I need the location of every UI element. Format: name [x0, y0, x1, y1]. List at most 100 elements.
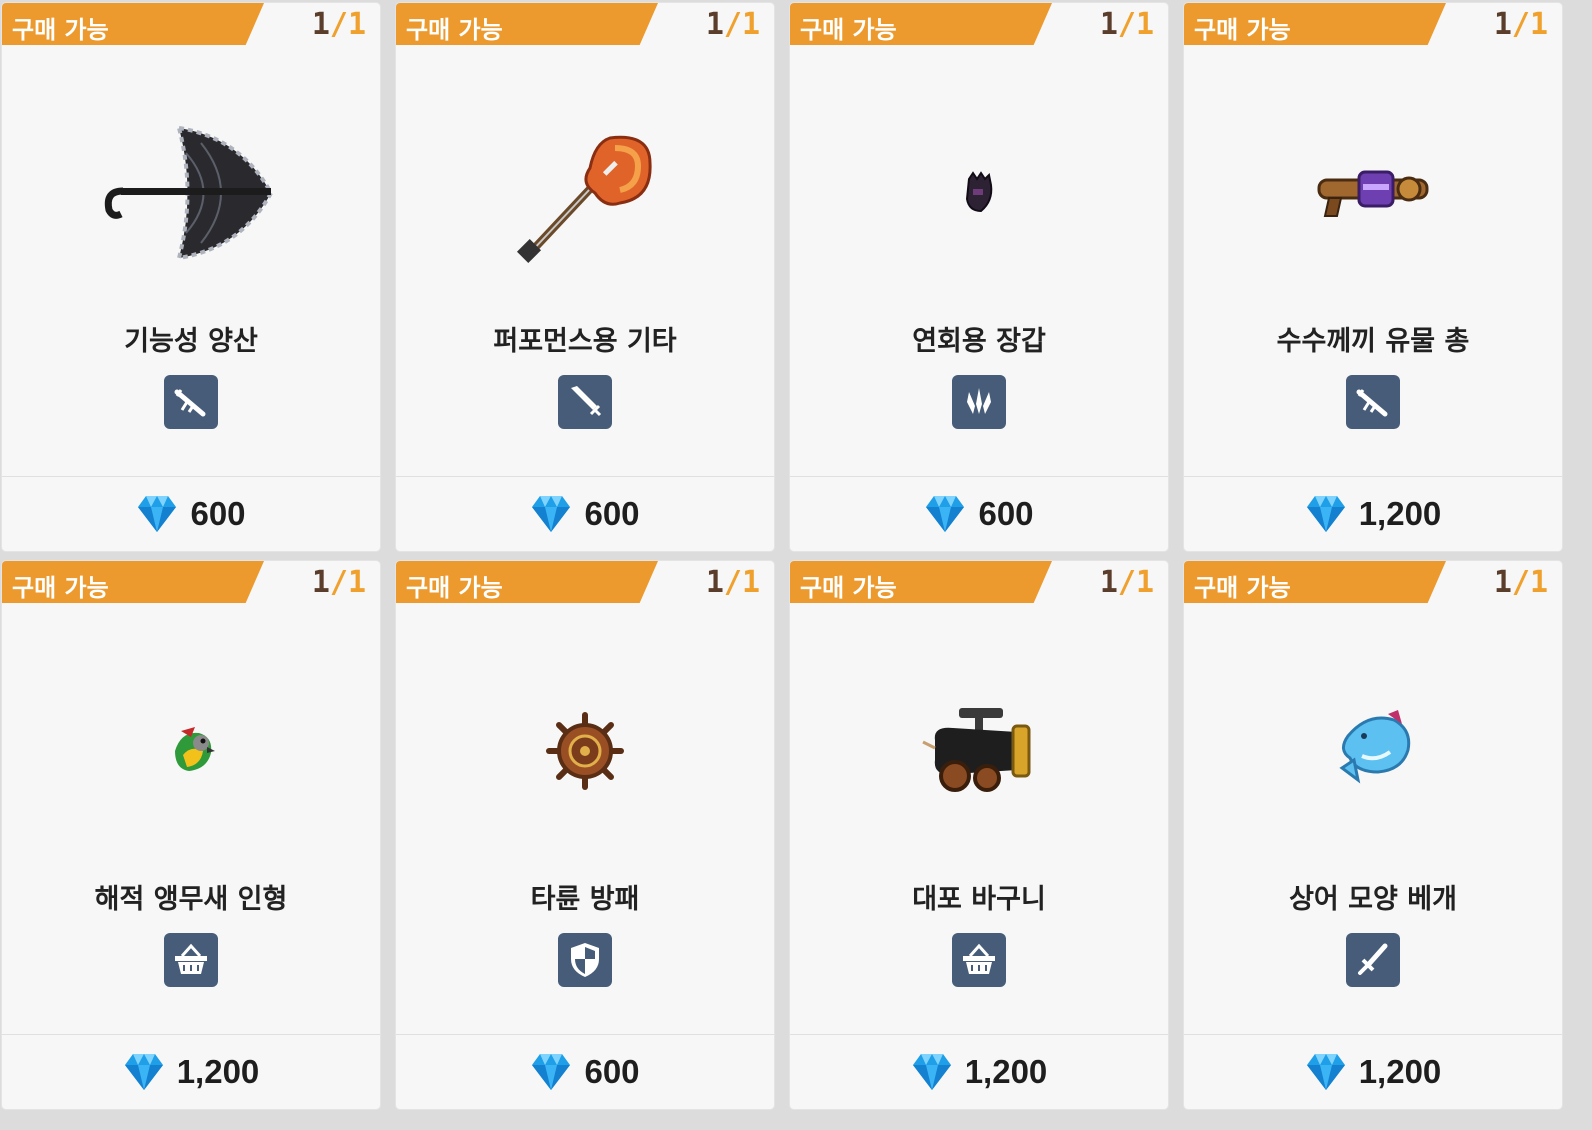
- purchase-sep: /: [723, 565, 742, 600]
- purchase-sep: /: [329, 7, 348, 42]
- price-button[interactable]: 1,200: [2, 1047, 380, 1097]
- purchase-limit: 1/1: [312, 7, 366, 42]
- card-divider: [790, 1034, 1168, 1035]
- purchase-max: 1: [741, 7, 760, 42]
- item-image-shark-pillow: [1184, 661, 1562, 841]
- badge-label: 구매 가능: [800, 574, 897, 602]
- purchase-limit: 1/1: [1494, 7, 1548, 42]
- diamond-gem-icon: [926, 496, 965, 532]
- purchase-max: 1: [1529, 7, 1548, 42]
- diamond-gem-icon: [532, 496, 571, 532]
- price-value: 1,200: [1358, 495, 1442, 532]
- card-divider: [396, 476, 774, 477]
- availability-badge: 구매 가능: [2, 561, 264, 603]
- diamond-gem-icon: [532, 1054, 571, 1090]
- card-divider: [1184, 1034, 1562, 1035]
- purchase-max: 1: [1529, 565, 1548, 600]
- purchase-max: 1: [347, 7, 366, 42]
- purchase-sep: /: [1117, 565, 1136, 600]
- purchase-max: 1: [1135, 7, 1154, 42]
- card-divider: [2, 476, 380, 477]
- availability-badge: 구매 가능: [790, 561, 1052, 603]
- shop-item-card[interactable]: 구매 가능 1/1 상어 모양 베개 1,200: [1184, 561, 1562, 1109]
- item-name: 해적 앵무새 인형: [94, 884, 288, 915]
- price-button[interactable]: 600: [2, 489, 380, 539]
- item-image-glove: [790, 103, 1168, 283]
- basket-icon: [952, 933, 1006, 987]
- rifle-icon: [164, 375, 218, 429]
- purchase-limit: 1/1: [1494, 565, 1548, 600]
- shop-item-card[interactable]: 구매 가능 1/1 기능성 양산 600: [2, 3, 380, 551]
- item-name: 연회용 장갑: [912, 326, 1046, 357]
- purchase-count: 1: [1099, 565, 1118, 600]
- price-button[interactable]: 600: [396, 489, 774, 539]
- purchase-limit: 1/1: [1100, 565, 1154, 600]
- purchase-count: 1: [1493, 7, 1512, 42]
- purchase-count: 1: [1099, 7, 1118, 42]
- purchase-sep: /: [1117, 7, 1136, 42]
- price-button[interactable]: 1,200: [1184, 489, 1562, 539]
- rifle-icon: [1346, 375, 1400, 429]
- purchase-sep: /: [1511, 565, 1530, 600]
- greatsword-icon: [558, 375, 612, 429]
- price-value: 600: [584, 495, 640, 532]
- shop-item-card[interactable]: 구매 가능 1/1 연회용 장갑 600: [790, 3, 1168, 551]
- purchase-count: 1: [1493, 565, 1512, 600]
- purchase-count: 1: [705, 565, 724, 600]
- basket-icon: [164, 933, 218, 987]
- purchase-count: 1: [311, 565, 330, 600]
- price-button[interactable]: 1,200: [790, 1047, 1168, 1097]
- purchase-limit: 1/1: [706, 7, 760, 42]
- price-button[interactable]: 600: [790, 489, 1168, 539]
- purchase-max: 1: [1135, 565, 1154, 600]
- badge-label: 구매 가능: [800, 16, 897, 44]
- item-image-ship-wheel: [396, 661, 774, 841]
- purchase-limit: 1/1: [706, 565, 760, 600]
- item-name: 기능성 양산: [124, 326, 258, 357]
- price-value: 1,200: [1358, 1053, 1442, 1090]
- card-divider: [2, 1034, 380, 1035]
- shield-icon: [558, 933, 612, 987]
- diamond-gem-icon: [1306, 496, 1345, 532]
- badge-label: 구매 가능: [1194, 574, 1291, 602]
- card-divider: [790, 476, 1168, 477]
- item-image-parrot: [2, 661, 380, 841]
- shop-item-card[interactable]: 구매 가능 1/1 해적 앵무새 인형 1,200: [2, 561, 380, 1109]
- badge-label: 구매 가능: [12, 574, 109, 602]
- purchase-sep: /: [329, 565, 348, 600]
- purchase-limit: 1/1: [312, 565, 366, 600]
- shop-item-card[interactable]: 구매 가능 1/1 퍼포먼스용 기타 600: [396, 3, 774, 551]
- purchase-count: 1: [705, 7, 724, 42]
- card-divider: [396, 1034, 774, 1035]
- availability-badge: 구매 가능: [396, 561, 658, 603]
- shop-item-card[interactable]: 구매 가능 1/1 수수께끼 유물 총 1,200: [1184, 3, 1562, 551]
- price-button[interactable]: 1,200: [1184, 1047, 1562, 1097]
- item-image-relic-gun: [1184, 103, 1562, 283]
- badge-label: 구매 가능: [406, 574, 503, 602]
- badge-label: 구매 가능: [12, 16, 109, 44]
- diamond-gem-icon: [124, 1054, 163, 1090]
- claw-icon: [952, 375, 1006, 429]
- badge-label: 구매 가능: [406, 16, 503, 44]
- purchase-count: 1: [311, 7, 330, 42]
- price-button[interactable]: 600: [396, 1047, 774, 1097]
- sword-icon: [1346, 933, 1400, 987]
- price-value: 600: [978, 495, 1034, 532]
- shop-item-card[interactable]: 구매 가능 1/1 타륜 방패 600: [396, 561, 774, 1109]
- purchase-max: 1: [741, 565, 760, 600]
- price-value: 600: [190, 495, 246, 532]
- availability-badge: 구매 가능: [790, 3, 1052, 45]
- diamond-gem-icon: [912, 1054, 951, 1090]
- item-name: 상어 모양 베개: [1289, 884, 1457, 915]
- purchase-sep: /: [723, 7, 742, 42]
- diamond-gem-icon: [1306, 1054, 1345, 1090]
- price-value: 1,200: [176, 1053, 260, 1090]
- price-value: 600: [584, 1053, 640, 1090]
- item-name: 수수께끼 유물 총: [1276, 326, 1470, 357]
- purchase-sep: /: [1511, 7, 1530, 42]
- badge-label: 구매 가능: [1194, 16, 1291, 44]
- purchase-limit: 1/1: [1100, 7, 1154, 42]
- purchase-max: 1: [347, 565, 366, 600]
- diamond-gem-icon: [138, 496, 177, 532]
- shop-item-card[interactable]: 구매 가능 1/1 대포 바구니 1,200: [790, 561, 1168, 1109]
